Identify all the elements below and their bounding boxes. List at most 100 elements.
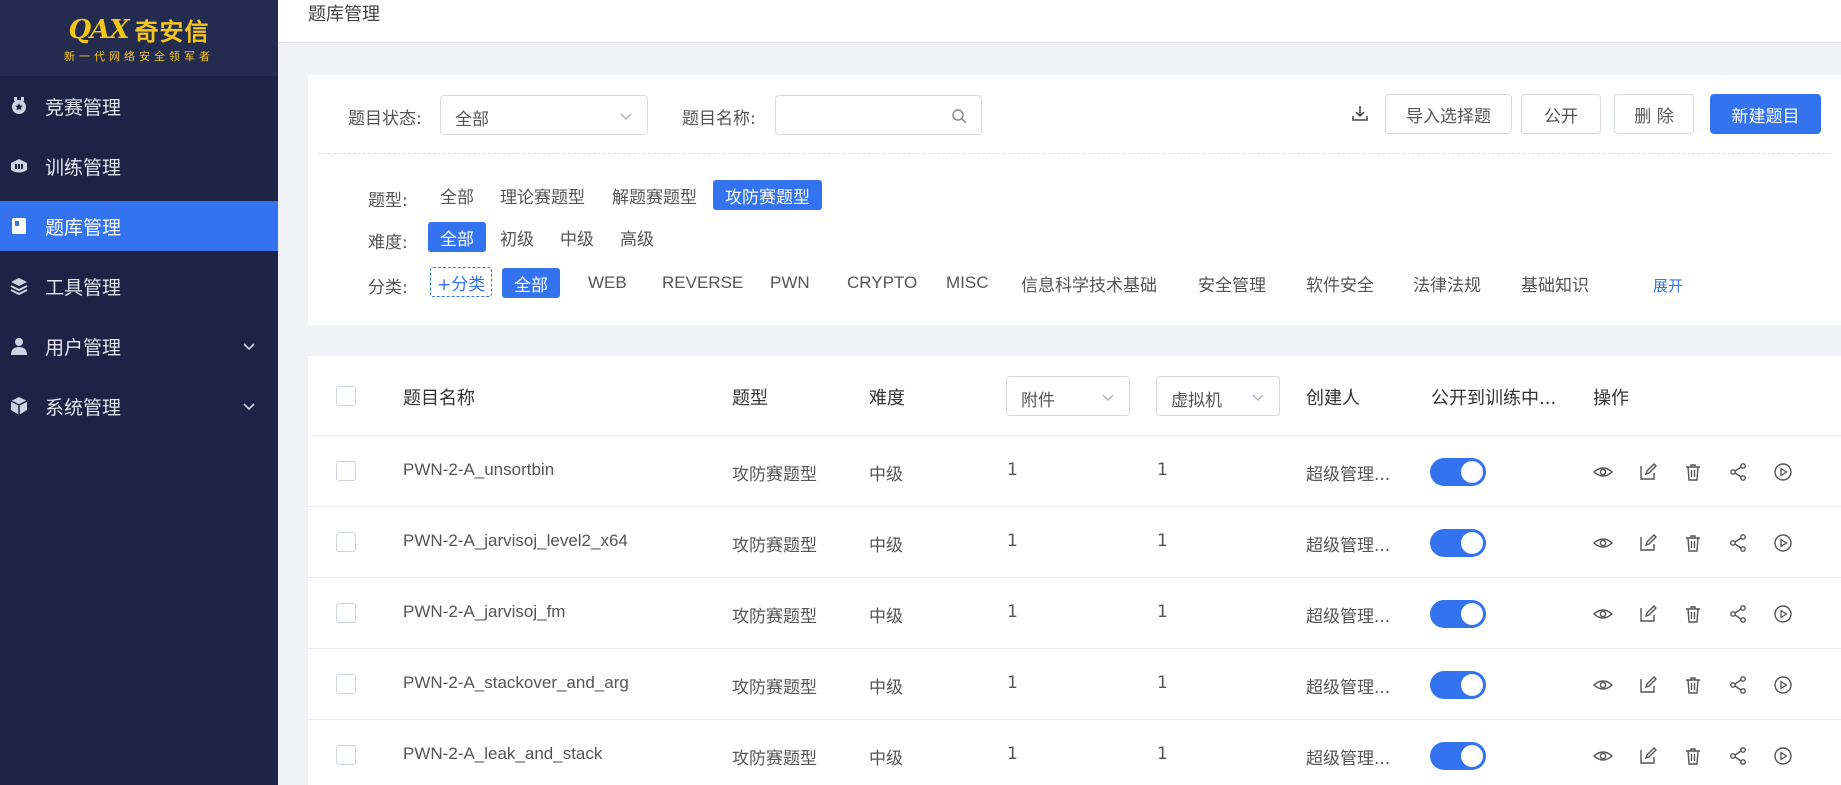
row-checkbox[interactable]: [336, 603, 356, 623]
eye-icon[interactable]: [1593, 533, 1613, 553]
import-questions-button[interactable]: 导入选择题: [1385, 94, 1512, 134]
edit-icon[interactable]: [1638, 604, 1658, 624]
attachment-filter-select[interactable]: 附件: [1006, 376, 1130, 416]
toggle-knob: [1461, 603, 1483, 625]
row-checkbox[interactable]: [336, 674, 356, 694]
question-difficulty: 中级: [869, 536, 903, 556]
public-button[interactable]: 公开: [1521, 94, 1601, 134]
question-name[interactable]: PWN-2-A_unsortbin: [403, 460, 554, 480]
edit-icon[interactable]: [1638, 533, 1658, 553]
edit-icon[interactable]: [1638, 462, 1658, 482]
difficulty-chip-all[interactable]: 全部: [428, 222, 486, 252]
new-question-button[interactable]: 新建题目: [1710, 94, 1821, 134]
row-checkbox[interactable]: [336, 461, 356, 481]
vm-filter-select[interactable]: 虚拟机: [1156, 376, 1280, 416]
question-type: 攻防赛题型: [732, 749, 817, 769]
difficulty-chip-advanced[interactable]: 高级: [608, 222, 666, 252]
play-icon[interactable]: [1773, 462, 1793, 482]
creator: 超级管理...: [1306, 749, 1391, 769]
category-chip-basics[interactable]: 基础知识: [1509, 268, 1601, 298]
creator: 超级管理...: [1306, 607, 1391, 627]
question-name[interactable]: PWN-2-A_leak_and_stack: [403, 744, 602, 764]
eye-icon[interactable]: [1593, 746, 1613, 766]
category-chip-reverse[interactable]: REVERSE: [650, 268, 755, 298]
header-actions: 操作: [1593, 388, 1629, 409]
eye-icon[interactable]: [1593, 462, 1613, 482]
difficulty-chip-beginner[interactable]: 初级: [488, 222, 546, 252]
trash-icon[interactable]: [1683, 675, 1703, 695]
share-icon[interactable]: [1728, 675, 1748, 695]
sidebar-item-label: 工具管理: [45, 276, 122, 299]
cube-icon: [10, 397, 28, 415]
brand-logo[interactable]: QAX 奇安信 新一代网络安全领军者: [0, 0, 278, 76]
eye-icon[interactable]: [1593, 604, 1613, 624]
question-difficulty: 中级: [869, 678, 903, 698]
status-select-value: 全部: [455, 110, 489, 130]
public-toggle[interactable]: [1430, 458, 1486, 486]
public-toggle[interactable]: [1430, 529, 1486, 557]
type-chip-attack-defense[interactable]: 攻防赛题型: [713, 180, 822, 210]
category-chip-web[interactable]: WEB: [576, 268, 639, 298]
creator: 超级管理...: [1306, 465, 1391, 485]
public-toggle[interactable]: [1430, 600, 1486, 628]
question-name[interactable]: PWN-2-A_stackover_and_arg: [403, 673, 629, 693]
delete-button[interactable]: 删 除: [1614, 94, 1694, 134]
type-chip-theory[interactable]: 理论赛题型: [488, 180, 597, 210]
play-icon[interactable]: [1773, 675, 1793, 695]
share-icon[interactable]: [1728, 604, 1748, 624]
sidebar-item-system[interactable]: 系统管理: [0, 381, 278, 431]
difficulty-chip-intermediate[interactable]: 中级: [548, 222, 606, 252]
sidebar-item-competition[interactable]: 竞赛管理: [0, 81, 278, 131]
category-chip-software-security[interactable]: 软件安全: [1294, 268, 1386, 298]
status-select[interactable]: 全部: [440, 95, 648, 135]
medal-icon: [12, 97, 26, 114]
question-type: 攻防赛题型: [732, 536, 817, 556]
sidebar-item-users[interactable]: 用户管理: [0, 321, 278, 371]
eye-icon[interactable]: [1593, 675, 1613, 695]
chevron-down-icon: [243, 343, 255, 351]
public-toggle[interactable]: [1430, 742, 1486, 770]
category-chip-all[interactable]: 全部: [502, 268, 560, 298]
trash-icon[interactable]: [1683, 533, 1703, 553]
sidebar-item-tools[interactable]: 工具管理: [0, 261, 278, 311]
category-chip-security-management[interactable]: 安全管理: [1186, 268, 1278, 298]
chevron-down-icon: [243, 403, 255, 411]
category-chip-pwn[interactable]: PWN: [758, 268, 822, 298]
sidebar-item-training[interactable]: 训练管理: [0, 141, 278, 191]
play-icon[interactable]: [1773, 746, 1793, 766]
difficulty-label: 难度:: [368, 233, 408, 253]
category-chip-law[interactable]: 法律法规: [1401, 268, 1493, 298]
add-category-button[interactable]: +分类: [430, 267, 493, 297]
search-input[interactable]: [786, 102, 936, 128]
trash-icon[interactable]: [1683, 604, 1703, 624]
status-label: 题目状态:: [348, 109, 422, 129]
search-icon[interactable]: [951, 108, 967, 124]
expand-link[interactable]: 展开: [1653, 275, 1683, 296]
name-search-field[interactable]: [775, 95, 982, 135]
creator: 超级管理...: [1306, 678, 1391, 698]
select-all-checkbox[interactable]: [336, 386, 356, 406]
share-icon[interactable]: [1728, 746, 1748, 766]
play-icon[interactable]: [1773, 533, 1793, 553]
public-toggle[interactable]: [1430, 671, 1486, 699]
trash-icon[interactable]: [1683, 462, 1703, 482]
category-chip-misc[interactable]: MISC: [934, 268, 1001, 298]
sidebar-item-question-bank[interactable]: 题库管理: [0, 201, 278, 251]
attachment-filter-value: 附件: [1021, 391, 1055, 411]
category-chip-crypto[interactable]: CRYPTO: [835, 268, 929, 298]
category-chip-info-science[interactable]: 信息科学技术基础: [1009, 268, 1169, 298]
question-name[interactable]: PWN-2-A_jarvisoj_level2_x64: [403, 531, 628, 551]
row-checkbox[interactable]: [336, 745, 356, 765]
share-icon[interactable]: [1728, 533, 1748, 553]
row-checkbox[interactable]: [336, 532, 356, 552]
question-name[interactable]: PWN-2-A_jarvisoj_fm: [403, 602, 565, 622]
download-icon[interactable]: [1351, 104, 1369, 122]
edit-icon[interactable]: [1638, 675, 1658, 695]
play-icon[interactable]: [1773, 604, 1793, 624]
type-chip-all[interactable]: 全部: [428, 180, 486, 210]
share-icon[interactable]: [1728, 462, 1748, 482]
trash-icon[interactable]: [1683, 746, 1703, 766]
type-chip-solving[interactable]: 解题赛题型: [600, 180, 709, 210]
edit-icon[interactable]: [1638, 746, 1658, 766]
brand-mark: QAX: [68, 14, 130, 45]
